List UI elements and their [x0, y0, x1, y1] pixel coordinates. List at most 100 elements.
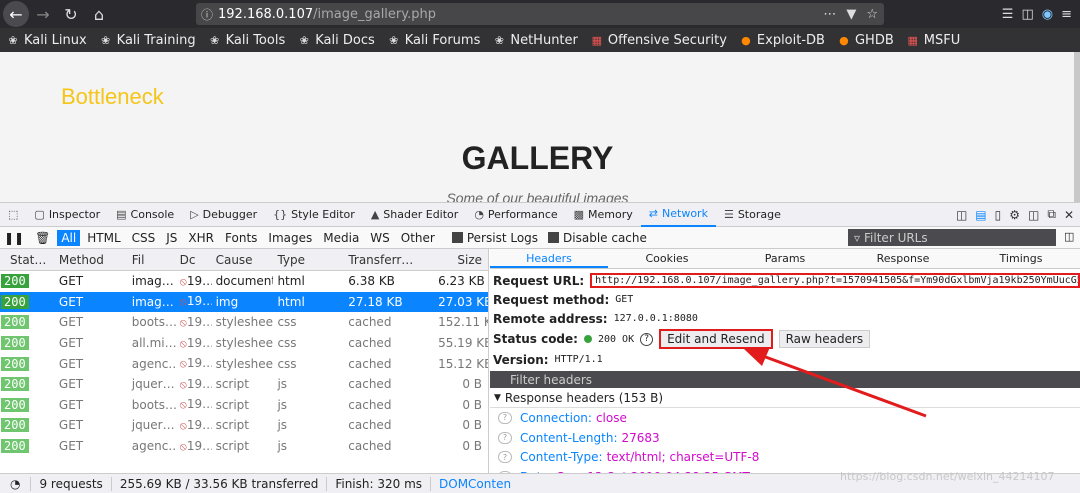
filter-xhr-button[interactable]: XHR — [184, 230, 218, 246]
responsive-design-icon[interactable]: ▯ — [995, 207, 1002, 222]
tab-response[interactable]: Response — [844, 249, 962, 268]
col-method[interactable]: Method — [47, 253, 128, 267]
header-help-icon[interactable]: ? — [498, 451, 512, 464]
split-console-icon[interactable]: ◫ — [956, 207, 967, 222]
request-row[interactable]: 200 GET agenc… ⦸19… script js cached 0 B — [0, 436, 488, 457]
info-icon[interactable]: ⓘ — [196, 6, 218, 23]
insecure-lock-icon: ⦸ — [179, 377, 187, 391]
header-help-icon[interactable]: ? — [498, 411, 512, 424]
col-domain[interactable]: Dc — [176, 253, 212, 267]
undock-icon[interactable]: ⧉ — [1047, 207, 1056, 222]
persist-logs-checkbox[interactable] — [451, 232, 463, 243]
request-row[interactable]: 200 GET all.mi… ⦸19… stylesheet css cached 55.1… — [0, 333, 488, 354]
filter-headers-input[interactable]: Filter headers — [490, 371, 1080, 388]
bookmark-kali-forums[interactable]: ❀ Kali Forums — [381, 33, 487, 48]
close-icon[interactable]: ✕ — [1064, 207, 1074, 222]
col-transferred[interactable]: Transferr… — [344, 253, 434, 267]
status-badge: 200 — [1, 397, 29, 412]
bookmark-offensive-security[interactable]: ▦ Offensive Security — [584, 33, 733, 48]
tab-performance[interactable]: ◔ Performance — [466, 203, 565, 227]
bookmark-kali-training[interactable]: ❀ Kali Training — [93, 33, 202, 48]
bookmark-ghdb[interactable]: ● GHDB — [831, 33, 900, 48]
url-bar[interactable]: ⓘ 192.168.0.107/image_gallery.php ⋯ ▼ ☆ — [196, 3, 884, 25]
tab-headers[interactable]: Headers — [490, 249, 608, 268]
page-scrollbar[interactable] — [1074, 52, 1080, 202]
tab-storage[interactable]: ☰ Storage — [716, 203, 789, 227]
edit-and-resend-button[interactable]: Edit and Resend — [659, 329, 773, 349]
performance-analysis-icon[interactable]: ◔ — [0, 476, 32, 491]
disable-cache-checkbox[interactable] — [548, 232, 560, 243]
request-row[interactable]: 200 GET boots… ⦸19… stylesheet css cached 152.1… — [0, 312, 488, 333]
library-icon[interactable]: ☰ — [1002, 7, 1014, 22]
col-file[interactable]: Fil — [128, 253, 176, 267]
tab-inspector[interactable]: ▢ Inspector — [26, 203, 108, 227]
filter-all-button[interactable]: All — [57, 229, 81, 246]
filter-ws-button[interactable]: WS — [366, 230, 393, 246]
status-badge: 200 — [1, 439, 29, 454]
menu-icon[interactable]: ≡ — [1061, 7, 1072, 22]
bookmark-kali-tools[interactable]: ❀ Kali Tools — [202, 33, 292, 48]
response-header-row[interactable]: ? Connection: close — [490, 408, 1080, 428]
help-icon[interactable]: ? — [640, 332, 654, 346]
response-header-row[interactable]: ? Content-Length: 27683 — [490, 428, 1080, 448]
request-row[interactable]: 200 GET boots… ⦸19… script js cached 0 B — [0, 395, 488, 416]
dock-side-icon[interactable]: ◫ — [1028, 207, 1039, 222]
account-icon[interactable]: ◉ — [1042, 7, 1053, 22]
filter-js-button[interactable]: JS — [162, 230, 181, 246]
request-type: css — [277, 315, 297, 330]
filter-css-button[interactable]: CSS — [128, 230, 160, 246]
request-transferred: cached — [348, 356, 392, 371]
response-headers-section[interactable]: ▼ Response headers (153 B) — [490, 388, 1080, 408]
tab-params[interactable]: Params — [726, 249, 844, 268]
request-row[interactable]: 200 GET imag… ⦸19… document html 6.38 KB 6.23 K… — [0, 271, 488, 292]
star-icon[interactable]: ☆ — [866, 7, 878, 22]
tab-style-editor[interactable]: {} Style Editor — [265, 203, 363, 227]
more-icon[interactable]: ⋯ — [823, 7, 836, 22]
tab-debugger[interactable]: ▷ Debugger — [182, 203, 265, 227]
response-header-row[interactable]: ? Content-Type: text/html; charset=UTF-8 — [490, 448, 1080, 468]
tab-network[interactable]: ⇄ Network — [640, 203, 716, 227]
request-row[interactable]: 200 GET imag… ⦸19… img html 27.18 KB 27.03 KB — [0, 291, 488, 313]
tab-shader-editor[interactable]: ▲ Shader Editor — [363, 203, 467, 227]
tab-memory[interactable]: ▩ Memory — [566, 203, 641, 227]
bookmark-nethunter[interactable]: ❀ NetHunter — [486, 33, 584, 48]
dock-icon[interactable]: ▤ — [975, 207, 986, 222]
filter-media-button[interactable]: Media — [319, 230, 363, 246]
gear-icon[interactable]: ⚙ — [1009, 207, 1020, 222]
sidebar-icon[interactable]: ◫ — [1021, 7, 1033, 22]
pocket-icon[interactable]: ▼ — [846, 7, 856, 22]
bookmark-msfu[interactable]: ▦ MSFU — [900, 33, 966, 48]
request-url-value[interactable]: http://192.168.0.107/image_gallery.php?t… — [590, 273, 1080, 288]
request-row[interactable]: 200 GET agenc… ⦸19… stylesheet css cached 15.12… — [0, 353, 488, 374]
trash-icon[interactable]: 🗑 — [31, 230, 54, 246]
home-icon[interactable]: ⌂ — [85, 0, 113, 28]
filter-fonts-button[interactable]: Fonts — [221, 230, 261, 246]
filter-other-button[interactable]: Other — [397, 230, 439, 246]
bookmark-kali-docs[interactable]: ❀ Kali Docs — [291, 33, 381, 48]
tab-timings[interactable]: Timings — [962, 249, 1080, 268]
bookmark-kali-linux[interactable]: ❀ Kali Linux — [0, 33, 93, 48]
filter-urls-input[interactable]: ▿ Filter URLs — [848, 229, 1056, 246]
header-help-icon[interactable]: ? — [498, 431, 512, 444]
col-status[interactable]: Stat… — [0, 253, 47, 267]
request-row[interactable]: 200 GET jquer… ⦸19… script js cached 0 B — [0, 415, 488, 436]
raw-headers-button[interactable]: Raw headers — [778, 330, 871, 348]
console-icon: ▤ — [116, 208, 127, 221]
col-size[interactable]: Size — [434, 253, 488, 267]
request-file: agenc… — [131, 356, 176, 371]
tab-cookies[interactable]: Cookies — [608, 249, 726, 268]
bookmark-exploit-db[interactable]: ● Exploit-DB — [733, 33, 831, 48]
toggle-sidebar-icon[interactable]: ◫ — [1064, 230, 1074, 243]
reload-icon[interactable]: ↻ — [57, 0, 85, 28]
forward-arrow-icon[interactable]: → — [29, 0, 57, 28]
filter-html-button[interactable]: HTML — [83, 230, 124, 246]
pick-element-button[interactable]: ⬚ — [0, 203, 26, 227]
filter-images-button[interactable]: Images — [264, 230, 316, 246]
pause-icon[interactable]: ❚❚ — [0, 230, 28, 246]
col-cause[interactable]: Cause — [212, 253, 274, 267]
col-type[interactable]: Type — [273, 253, 344, 267]
tab-console[interactable]: ▤ Console — [108, 203, 182, 227]
back-arrow-icon[interactable]: ← — [3, 1, 29, 27]
request-row[interactable]: 200 GET jquer… ⦸19… script js cached 0 B — [0, 374, 488, 395]
site-brand[interactable]: Bottleneck — [61, 84, 164, 110]
